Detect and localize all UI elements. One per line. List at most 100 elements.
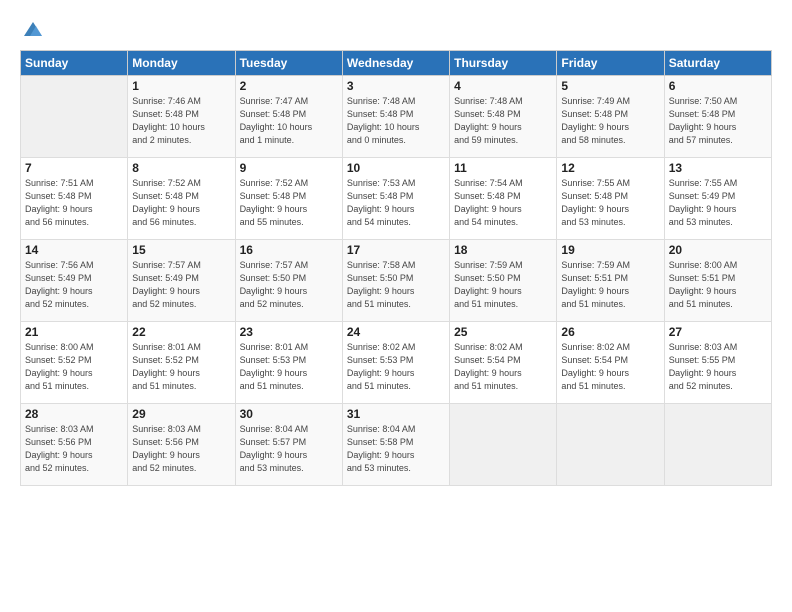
day-cell: 16Sunrise: 7:57 AM Sunset: 5:50 PM Dayli… [235,240,342,322]
day-info: Sunrise: 7:59 AM Sunset: 5:50 PM Dayligh… [454,259,552,311]
col-header-monday: Monday [128,51,235,76]
day-info: Sunrise: 7:50 AM Sunset: 5:48 PM Dayligh… [669,95,767,147]
day-info: Sunrise: 8:01 AM Sunset: 5:53 PM Dayligh… [240,341,338,393]
col-header-tuesday: Tuesday [235,51,342,76]
day-cell: 27 Sunrise: 8:03 AM Sunset: 5:55 PM Dayli… [664,322,771,404]
week-row-1: 1Sunrise: 7:46 AM Sunset: 5:48 PM Daylig… [21,76,772,158]
day-info: Sunrise: 7:48 AM Sunset: 5:48 PM Dayligh… [347,95,445,147]
col-header-saturday: Saturday [664,51,771,76]
day-cell [664,404,771,486]
day-info: Sunrise: 8:04 AM Sunset: 5:57 PM Dayligh… [240,423,338,475]
day-cell: 25Sunrise: 8:02 AM Sunset: 5:54 PM Dayli… [450,322,557,404]
day-number: 5 [561,79,659,93]
day-info: Sunrise: 7:53 AM Sunset: 5:48 PM Dayligh… [347,177,445,229]
day-cell: 8 Sunrise: 7:52 AM Sunset: 5:48 PM Daylig… [128,158,235,240]
day-cell: 26 Sunrise: 8:02 AM Sunset: 5:54 PM Dayli… [557,322,664,404]
day-cell: 28 Sunrise: 8:03 AM Sunset: 5:56 PM Dayli… [21,404,128,486]
day-cell: 31Sunrise: 8:04 AM Sunset: 5:58 PM Dayli… [342,404,449,486]
day-info: Sunrise: 8:03 AM Sunset: 5:56 PM Dayligh… [132,423,230,475]
day-info: Sunrise: 7:47 AM Sunset: 5:48 PM Dayligh… [240,95,338,147]
col-header-friday: Friday [557,51,664,76]
day-cell: 30 Sunrise: 8:04 AM Sunset: 5:57 PM Dayli… [235,404,342,486]
day-cell [21,76,128,158]
day-number: 4 [454,79,552,93]
day-info: Sunrise: 7:58 AM Sunset: 5:50 PM Dayligh… [347,259,445,311]
day-info: Sunrise: 8:02 AM Sunset: 5:54 PM Dayligh… [454,341,552,393]
day-cell: 18Sunrise: 7:59 AM Sunset: 5:50 PM Dayli… [450,240,557,322]
day-cell: 17Sunrise: 7:58 AM Sunset: 5:50 PM Dayli… [342,240,449,322]
day-info: Sunrise: 7:48 AM Sunset: 5:48 PM Dayligh… [454,95,552,147]
day-cell: 15 Sunrise: 7:57 AM Sunset: 5:49 PM Dayli… [128,240,235,322]
day-number: 15 [132,243,230,257]
week-row-4: 21 Sunrise: 8:00 AM Sunset: 5:52 PM Dayli… [21,322,772,404]
day-cell: 2 Sunrise: 7:47 AM Sunset: 5:48 PM Daylig… [235,76,342,158]
week-row-2: 7 Sunrise: 7:51 AM Sunset: 5:48 PM Daylig… [21,158,772,240]
day-info: Sunrise: 8:03 AM Sunset: 5:56 PM Dayligh… [25,423,123,475]
day-info: Sunrise: 7:54 AM Sunset: 5:48 PM Dayligh… [454,177,552,229]
day-cell: 20 Sunrise: 8:00 AM Sunset: 5:51 PM Dayli… [664,240,771,322]
day-number: 28 [25,407,123,421]
day-cell: 21 Sunrise: 8:00 AM Sunset: 5:52 PM Dayli… [21,322,128,404]
day-cell: 13 Sunrise: 7:55 AM Sunset: 5:49 PM Dayli… [664,158,771,240]
day-info: Sunrise: 8:01 AM Sunset: 5:52 PM Dayligh… [132,341,230,393]
day-number: 14 [25,243,123,257]
day-cell [557,404,664,486]
day-number: 22 [132,325,230,339]
logo-icon [22,18,44,40]
day-info: Sunrise: 7:59 AM Sunset: 5:51 PM Dayligh… [561,259,659,311]
day-cell: 22 Sunrise: 8:01 AM Sunset: 5:52 PM Dayli… [128,322,235,404]
col-header-thursday: Thursday [450,51,557,76]
day-number: 30 [240,407,338,421]
day-number: 13 [669,161,767,175]
day-info: Sunrise: 8:00 AM Sunset: 5:51 PM Dayligh… [669,259,767,311]
day-number: 26 [561,325,659,339]
day-cell: 10 Sunrise: 7:53 AM Sunset: 5:48 PM Dayli… [342,158,449,240]
day-number: 16 [240,243,338,257]
day-info: Sunrise: 7:57 AM Sunset: 5:49 PM Dayligh… [132,259,230,311]
day-info: Sunrise: 7:55 AM Sunset: 5:48 PM Dayligh… [561,177,659,229]
day-number: 21 [25,325,123,339]
day-number: 7 [25,161,123,175]
col-header-wednesday: Wednesday [342,51,449,76]
day-info: Sunrise: 7:55 AM Sunset: 5:49 PM Dayligh… [669,177,767,229]
day-info: Sunrise: 8:02 AM Sunset: 5:54 PM Dayligh… [561,341,659,393]
day-number: 1 [132,79,230,93]
day-number: 29 [132,407,230,421]
day-info: Sunrise: 7:49 AM Sunset: 5:48 PM Dayligh… [561,95,659,147]
day-number: 19 [561,243,659,257]
day-number: 20 [669,243,767,257]
week-row-3: 14Sunrise: 7:56 AM Sunset: 5:49 PM Dayli… [21,240,772,322]
header-row: SundayMondayTuesdayWednesdayThursdayFrid… [21,51,772,76]
day-number: 23 [240,325,338,339]
day-cell: 29 Sunrise: 8:03 AM Sunset: 5:56 PM Dayli… [128,404,235,486]
day-info: Sunrise: 8:02 AM Sunset: 5:53 PM Dayligh… [347,341,445,393]
day-info: Sunrise: 7:52 AM Sunset: 5:48 PM Dayligh… [240,177,338,229]
logo [20,18,44,40]
day-number: 27 [669,325,767,339]
header [20,18,772,40]
day-number: 6 [669,79,767,93]
calendar-table: SundayMondayTuesdayWednesdayThursdayFrid… [20,50,772,486]
day-info: Sunrise: 8:03 AM Sunset: 5:55 PM Dayligh… [669,341,767,393]
day-cell: 19 Sunrise: 7:59 AM Sunset: 5:51 PM Dayli… [557,240,664,322]
day-number: 2 [240,79,338,93]
day-cell: 7 Sunrise: 7:51 AM Sunset: 5:48 PM Daylig… [21,158,128,240]
day-number: 11 [454,161,552,175]
day-cell: 24Sunrise: 8:02 AM Sunset: 5:53 PM Dayli… [342,322,449,404]
day-info: Sunrise: 8:00 AM Sunset: 5:52 PM Dayligh… [25,341,123,393]
calendar-page: SundayMondayTuesdayWednesdayThursdayFrid… [0,0,792,612]
day-cell: 23 Sunrise: 8:01 AM Sunset: 5:53 PM Dayli… [235,322,342,404]
day-info: Sunrise: 7:52 AM Sunset: 5:48 PM Dayligh… [132,177,230,229]
day-cell: 11 Sunrise: 7:54 AM Sunset: 5:48 PM Dayli… [450,158,557,240]
day-cell: 9Sunrise: 7:52 AM Sunset: 5:48 PM Daylig… [235,158,342,240]
day-cell [450,404,557,486]
day-cell: 12Sunrise: 7:55 AM Sunset: 5:48 PM Dayli… [557,158,664,240]
day-cell: 4 Sunrise: 7:48 AM Sunset: 5:48 PM Daylig… [450,76,557,158]
day-number: 10 [347,161,445,175]
day-cell: 6 Sunrise: 7:50 AM Sunset: 5:48 PM Daylig… [664,76,771,158]
week-row-5: 28 Sunrise: 8:03 AM Sunset: 5:56 PM Dayli… [21,404,772,486]
day-info: Sunrise: 7:51 AM Sunset: 5:48 PM Dayligh… [25,177,123,229]
day-number: 8 [132,161,230,175]
day-cell: 5 Sunrise: 7:49 AM Sunset: 5:48 PM Daylig… [557,76,664,158]
day-number: 31 [347,407,445,421]
